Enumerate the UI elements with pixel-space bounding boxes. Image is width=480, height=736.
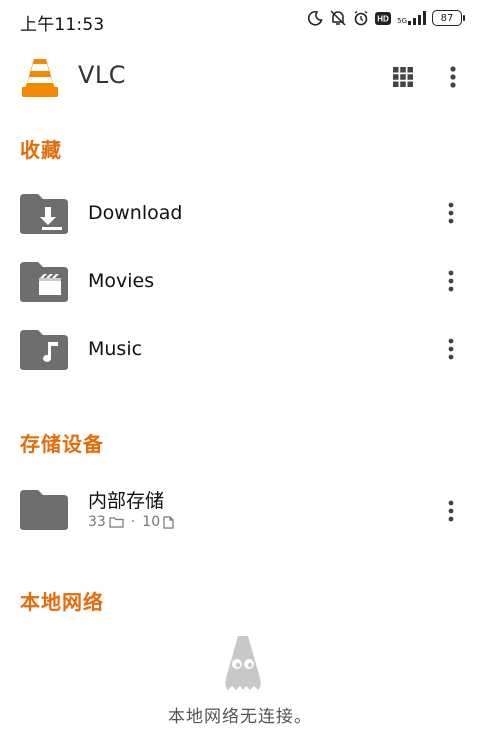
ghost-cone-icon [225,636,261,690]
local-network-empty-message: 本地网络无连接。 [168,707,312,727]
folder-icon [20,490,68,530]
folder-count: 33 [88,514,106,530]
overflow-menu-button[interactable] [441,62,465,92]
vlc-cone-logo-icon [22,59,58,97]
network-type-label: 5G [397,17,407,25]
app-bar: VLC [0,48,480,108]
favorite-label: Music [88,338,143,360]
favorite-more-button[interactable] [440,266,462,296]
download-folder-icon [20,194,68,234]
favorite-label: Download [88,202,183,224]
status-bar: 上午11:53 HD 5G 87 [0,0,480,40]
signal-group: 5G [397,11,426,25]
status-time: 上午11:53 [20,15,105,35]
meta-separator: · [130,514,136,530]
signal-strength-icon [408,11,426,25]
more-vert-icon [448,202,454,224]
svg-text:HD: HD [377,14,389,23]
movie-folder-icon [20,262,68,302]
grid-view-button[interactable] [390,64,416,90]
storage-more-button[interactable] [440,496,462,526]
app-title: VLC [78,61,127,89]
storage-label: 内部存储 [88,490,165,512]
small-folder-icon [109,517,124,528]
favorites-section-title: 收藏 [20,138,62,162]
favorite-row-movies[interactable]: Movies [0,250,480,314]
favorite-more-button[interactable] [440,334,462,364]
storage-row-internal[interactable]: 内部存储 33 · 10 [0,480,480,544]
storage-section-title: 存储设备 [20,432,104,456]
mute-bell-icon [330,10,346,26]
more-vert-icon [448,338,454,360]
more-vert-icon [450,66,456,88]
music-folder-icon [20,330,68,370]
grid-view-icon [393,67,413,87]
favorite-row-download[interactable]: Download [0,182,480,246]
alarm-clock-icon [354,10,368,26]
small-file-icon [163,515,174,529]
do-not-disturb-moon-icon [308,10,323,26]
battery-icon: 87 [432,10,465,26]
favorite-more-button[interactable] [440,198,462,228]
battery-level: 87 [440,12,454,24]
local-network-section-title: 本地网络 [20,590,104,614]
more-vert-icon [448,270,454,292]
file-count: 10 [142,514,161,530]
hd-icon: HD [375,11,392,25]
more-vert-icon [448,500,454,522]
favorite-row-music[interactable]: Music [0,318,480,382]
status-icons: HD 5G 87 [307,10,465,26]
favorite-label: Movies [88,270,155,292]
storage-meta: 33 · 10 [88,514,174,530]
